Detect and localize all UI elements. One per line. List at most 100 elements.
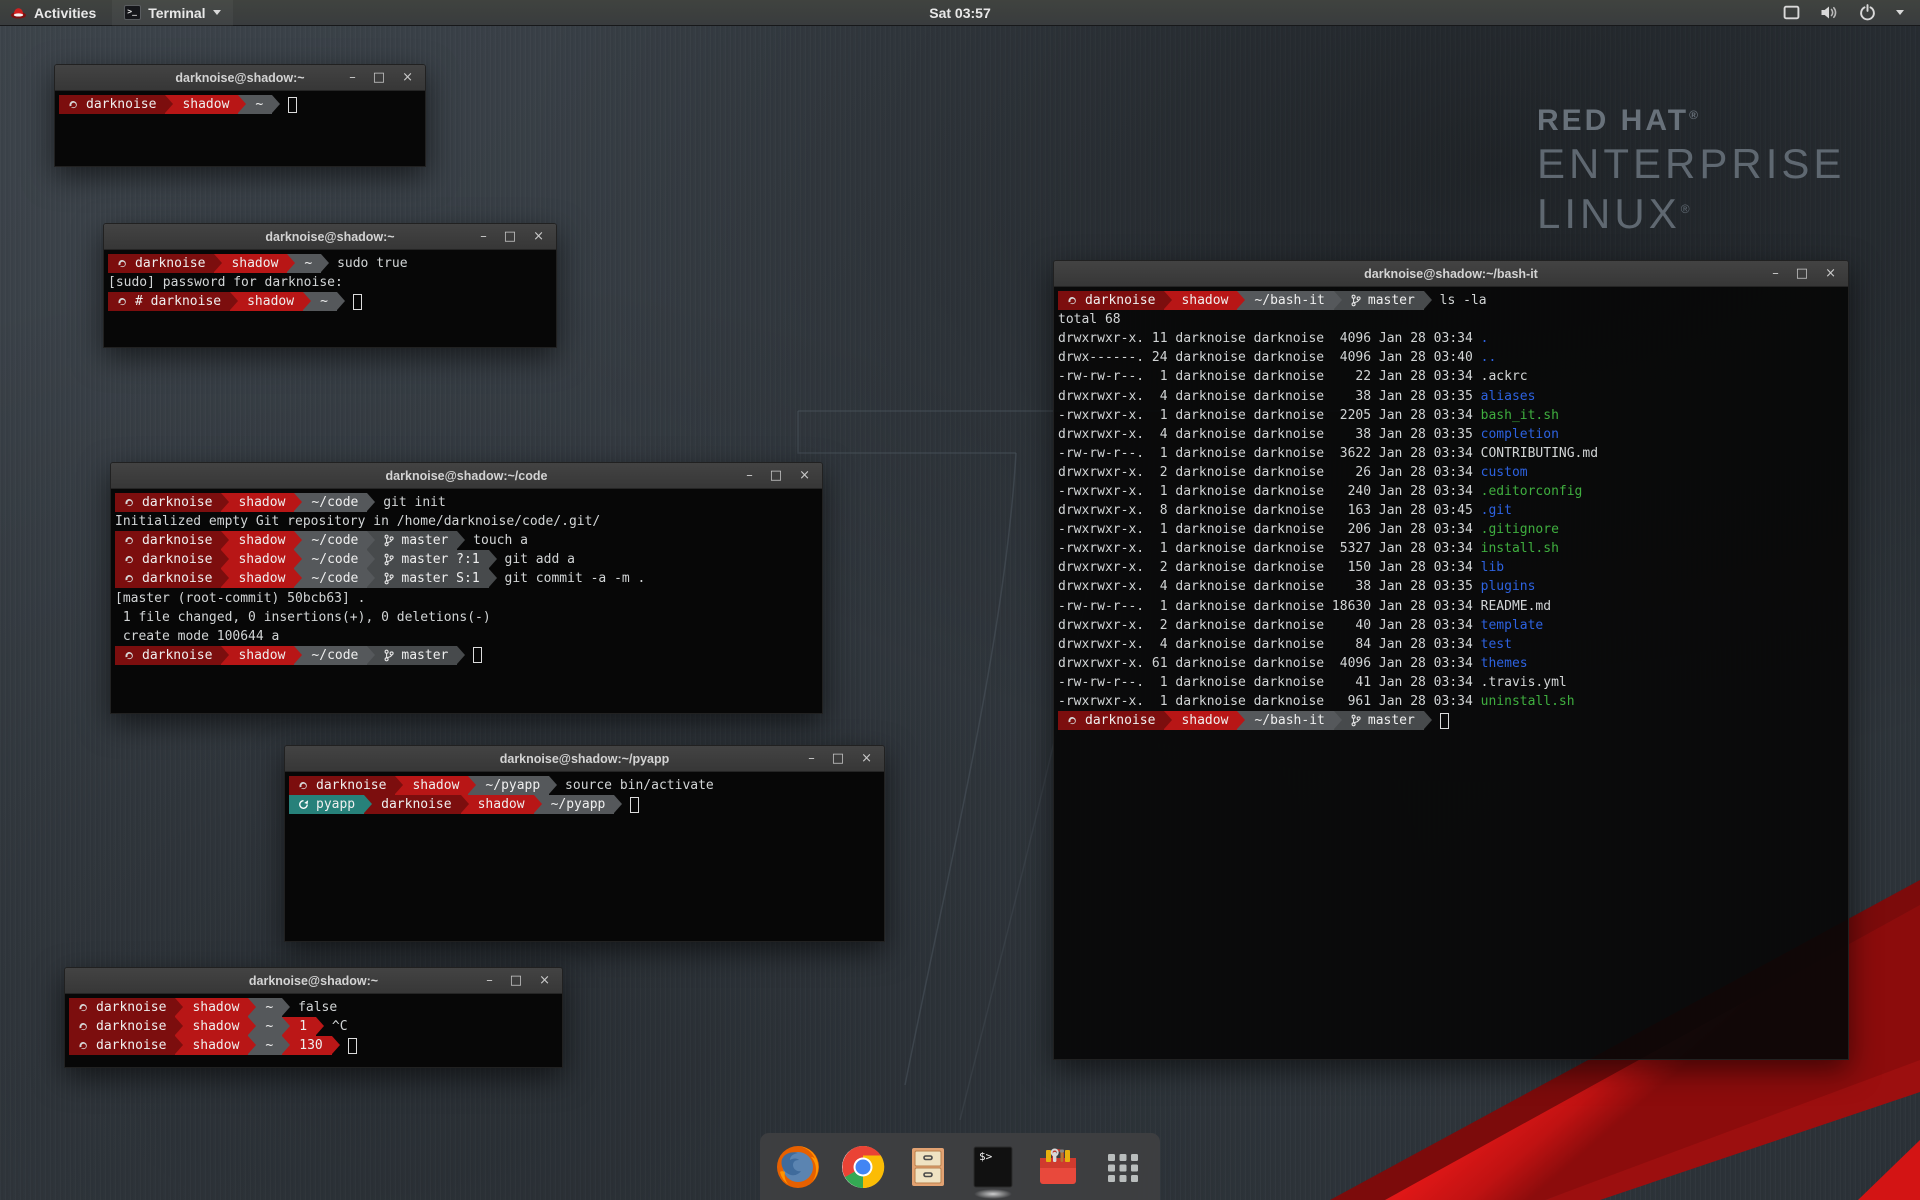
prompt-segment-label: darknoise bbox=[316, 778, 386, 793]
terminal-text: Initialized empty Git repository in /hom… bbox=[115, 514, 600, 529]
terminal-window-code[interactable]: darknoise@shadow:~/code – □ × darknoises… bbox=[110, 462, 823, 714]
activities-button[interactable]: Activities bbox=[8, 0, 106, 26]
maximize-button[interactable]: □ bbox=[770, 463, 782, 489]
powerline-arrow bbox=[175, 1036, 183, 1055]
powerline-arrow bbox=[468, 776, 476, 795]
window-title: darknoise@shadow:~/code bbox=[111, 469, 822, 483]
terminal-text: drwxrwxr-x. 4 darknoise darknoise 84 Jan… bbox=[1058, 637, 1481, 652]
powerline-arrow bbox=[337, 292, 345, 311]
prompt-segment-label: shadow bbox=[238, 533, 285, 548]
titlebar[interactable]: darknoise@shadow:~ – □ × bbox=[55, 65, 425, 91]
dock-toolbox-icon[interactable] bbox=[1035, 1144, 1081, 1190]
app-menu-terminal[interactable]: >_ Terminal bbox=[112, 0, 232, 26]
terminal-window-home-1[interactable]: darknoise@shadow:~ – □ × darknoiseshadow… bbox=[54, 64, 426, 167]
close-button[interactable]: × bbox=[533, 224, 544, 250]
maximize-button[interactable]: □ bbox=[832, 746, 844, 772]
powerline-arrow bbox=[1164, 711, 1172, 730]
maximize-button[interactable]: □ bbox=[373, 65, 385, 91]
close-button[interactable]: × bbox=[799, 463, 810, 489]
top-bar: Activities >_ Terminal Sat 03:57 bbox=[0, 0, 1920, 26]
redhat-icon bbox=[1067, 715, 1078, 726]
dock-firefox-icon[interactable] bbox=[775, 1144, 821, 1190]
close-button[interactable]: × bbox=[402, 65, 413, 91]
prompt-segment: master bbox=[375, 531, 457, 550]
maximize-button[interactable]: □ bbox=[504, 224, 516, 250]
terminal-line: total 68 bbox=[1058, 310, 1848, 329]
titlebar[interactable]: darknoise@shadow:~/pyapp – □ × bbox=[285, 746, 884, 772]
power-icon[interactable] bbox=[1859, 4, 1876, 21]
close-button[interactable]: × bbox=[1825, 261, 1836, 287]
powerline-arrow bbox=[175, 998, 183, 1017]
clock[interactable]: Sat 03:57 bbox=[0, 5, 1920, 21]
prompt-segment-label: shadow bbox=[412, 778, 459, 793]
prompt-segment-label: darknoise bbox=[142, 648, 212, 663]
terminal-cursor bbox=[1440, 713, 1449, 729]
terminal-text: bash_it.sh bbox=[1481, 408, 1559, 423]
dock-app-grid-icon[interactable] bbox=[1100, 1144, 1146, 1190]
terminal-text: git init bbox=[375, 495, 445, 510]
maximize-button[interactable]: □ bbox=[1796, 261, 1808, 287]
titlebar[interactable]: darknoise@shadow:~/code – □ × bbox=[111, 463, 822, 489]
redhat-icon bbox=[68, 99, 79, 110]
terminal-window-home-2[interactable]: darknoise@shadow:~ – □ × darknoise shadow… bbox=[64, 967, 563, 1068]
prompt-segment-label: ~ bbox=[304, 256, 312, 271]
dock-terminal-icon[interactable]: $> bbox=[970, 1144, 1016, 1190]
terminal-text: uninstall.sh bbox=[1481, 694, 1575, 709]
terminal-line: darknoiseshadow~/codemaster touch a bbox=[115, 531, 822, 550]
terminal-text: test bbox=[1481, 637, 1512, 652]
volume-icon[interactable] bbox=[1820, 4, 1839, 21]
rhel-logo: RED HAT® ENTERPRISE LINUX® bbox=[1537, 104, 1845, 238]
maximize-button[interactable]: □ bbox=[510, 968, 522, 994]
prompt-segment: # darknoise bbox=[108, 292, 230, 311]
powerline-arrow bbox=[1164, 291, 1172, 310]
powerline-arrow bbox=[1424, 711, 1432, 730]
prompt-segment-label: 1 bbox=[299, 1019, 307, 1034]
terminal-window-pyapp[interactable]: darknoise@shadow:~/pyapp – □ × darknoise… bbox=[284, 745, 885, 942]
terminal-content[interactable]: darknoiseshadow~ falsedarknoiseshadow~1 … bbox=[65, 994, 562, 1067]
minimize-button[interactable]: – bbox=[1772, 261, 1779, 287]
dock-files-icon[interactable] bbox=[905, 1144, 951, 1190]
prompt-segment: darknoise bbox=[115, 646, 221, 665]
prompt-segment: darknoise bbox=[69, 998, 175, 1017]
terminal-text: -rwxrwxr-x. 1 darknoise darknoise 2205 J… bbox=[1058, 408, 1481, 423]
terminal-content[interactable]: darknoiseshadow~/code git init Initialize… bbox=[111, 489, 822, 713]
prompt-segment: shadow bbox=[183, 998, 248, 1017]
powerline-arrow bbox=[316, 1017, 324, 1036]
minimize-button[interactable]: – bbox=[746, 463, 753, 489]
prompt-segment-label: shadow bbox=[182, 97, 229, 112]
terminal-window-bash-it[interactable]: darknoise@shadow:~/bash-it – □ × darknoi… bbox=[1053, 260, 1849, 1060]
terminal-line: drwxrwxr-x. 2 darknoise darknoise 150 Ja… bbox=[1058, 558, 1848, 577]
terminal-line: -rw-rw-r--. 1 darknoise darknoise 18630 … bbox=[1058, 597, 1848, 616]
dock: $> bbox=[760, 1133, 1160, 1200]
screen-share-icon[interactable] bbox=[1783, 4, 1800, 21]
powerline-arrow bbox=[238, 95, 246, 114]
terminal-content[interactable]: darknoiseshadow~ bbox=[55, 91, 425, 166]
terminal-text: drwxrwxr-x. 61 darknoise darknoise 4096 … bbox=[1058, 656, 1481, 671]
dock-chrome-icon[interactable] bbox=[840, 1144, 886, 1190]
titlebar[interactable]: darknoise@shadow:~ – □ × bbox=[65, 968, 562, 994]
minimize-button[interactable]: – bbox=[349, 65, 356, 91]
minimize-button[interactable]: – bbox=[808, 746, 815, 772]
close-button[interactable]: × bbox=[861, 746, 872, 772]
powerline-arrow bbox=[614, 795, 622, 814]
terminal-line: darknoiseshadow~/code git init bbox=[115, 493, 822, 512]
minimize-button[interactable]: – bbox=[486, 968, 493, 994]
close-button[interactable]: × bbox=[539, 968, 550, 994]
prompt-segment-label: master bbox=[401, 533, 448, 548]
prompt-segment-label: darknoise bbox=[1085, 713, 1155, 728]
powerline-arrow bbox=[282, 1017, 290, 1036]
terminal-line: -rwxrwxr-x. 1 darknoise darknoise 240 Ja… bbox=[1058, 482, 1848, 501]
terminal-content[interactable]: darknoiseshadow~/bash-itmaster ls -latot… bbox=[1054, 287, 1848, 1059]
system-menu-chevron-icon[interactable] bbox=[1896, 10, 1904, 15]
powerline-arrow bbox=[221, 550, 229, 569]
titlebar[interactable]: darknoise@shadow:~ – □ × bbox=[104, 224, 556, 250]
terminal-line: # darknoiseshadow~ bbox=[108, 292, 556, 311]
powerline-arrow bbox=[248, 998, 256, 1017]
terminal-content[interactable]: darknoiseshadow~/pyapp source bin/activa… bbox=[285, 772, 884, 941]
powerline-arrow bbox=[457, 531, 465, 550]
terminal-content[interactable]: darknoiseshadow~ sudo true[sudo] passwor… bbox=[104, 250, 556, 347]
terminal-window-sudo[interactable]: darknoise@shadow:~ – □ × darknoiseshadow… bbox=[103, 223, 557, 348]
minimize-button[interactable]: – bbox=[480, 224, 487, 250]
prompt-segment-label: darknoise bbox=[96, 1019, 166, 1034]
titlebar[interactable]: darknoise@shadow:~/bash-it – □ × bbox=[1054, 261, 1848, 287]
